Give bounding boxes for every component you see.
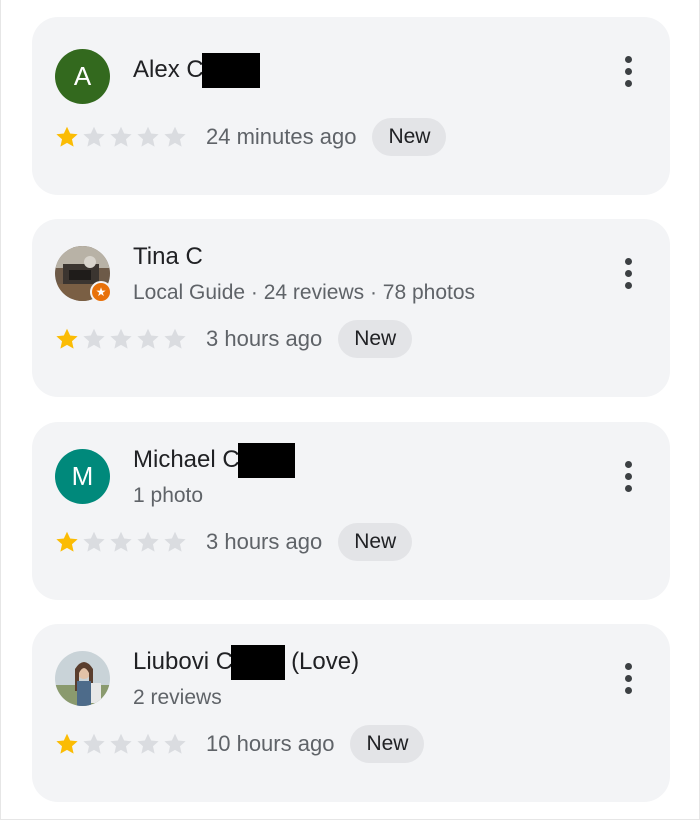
reviewer-meta: 1 photo — [133, 484, 204, 507]
review-time: 3 hours ago — [206, 529, 323, 554]
star-empty-icon — [83, 531, 105, 552]
star-empty-icon — [164, 126, 186, 147]
avatar[interactable]: A — [55, 49, 110, 104]
star-empty-icon — [164, 733, 186, 754]
reviewer-name: Alex C — [133, 56, 204, 83]
star-empty-icon — [164, 328, 186, 349]
avatar[interactable] — [55, 651, 110, 706]
reviews-list: A Alex C 24 minutes ago New ★ Tina C Loc… — [0, 0, 700, 820]
star-rating — [54, 731, 189, 757]
reviewer-meta: 2 reviews — [133, 686, 222, 709]
reviewer-name: Michael C — [133, 446, 240, 473]
reviewer-name: Tina C — [133, 243, 203, 270]
star-empty-icon — [164, 531, 186, 552]
reviewer-meta: Local Guide · 24 reviews · 78 photos — [133, 281, 476, 304]
star-empty-icon — [110, 328, 132, 349]
redaction-box — [237, 442, 295, 478]
star-empty-icon — [137, 733, 159, 754]
star-empty-icon — [137, 126, 159, 147]
review-card: ★ Tina C Local Guide · 24 reviews · 78 p… — [32, 219, 670, 397]
profile-photo — [55, 651, 110, 706]
review-time: 3 hours ago — [206, 326, 323, 351]
review-time: 24 minutes ago — [206, 124, 357, 149]
more-vert-icon[interactable] — [616, 456, 640, 496]
star-rating — [54, 326, 189, 352]
review-time: 10 hours ago — [206, 731, 335, 756]
reviewer-name-row[interactable]: Alex C — [133, 52, 260, 88]
local-guide-star-icon: ★ — [90, 281, 112, 303]
star-empty-icon — [137, 328, 159, 349]
star-rating — [54, 529, 189, 555]
reviewer-name-row[interactable]: Liubovi C (Love) — [133, 644, 359, 680]
more-vert-icon[interactable] — [616, 51, 640, 91]
avatar[interactable]: M — [55, 449, 110, 504]
star-filled-icon — [56, 126, 78, 147]
star-rating — [54, 124, 189, 150]
review-card: M Michael C 1 photo 3 hours ago New — [32, 422, 670, 600]
rating-row: 3 hours ago New — [54, 319, 413, 359]
new-badge: New — [350, 725, 425, 763]
review-card: A Alex C 24 minutes ago New — [32, 17, 670, 195]
reviewer-name: Liubovi C — [133, 648, 234, 675]
star-empty-icon — [83, 733, 105, 754]
reviewer-name-row[interactable]: Tina C — [133, 239, 203, 275]
star-empty-icon — [83, 126, 105, 147]
star-empty-icon — [83, 328, 105, 349]
star-filled-icon — [56, 328, 78, 349]
avatar[interactable]: ★ — [55, 246, 112, 303]
more-vert-icon[interactable] — [616, 253, 640, 293]
star-empty-icon — [137, 531, 159, 552]
new-badge: New — [372, 118, 447, 156]
rating-row: 3 hours ago New — [54, 522, 413, 562]
star-empty-icon — [110, 733, 132, 754]
new-badge: New — [338, 320, 413, 358]
star-empty-icon — [110, 531, 132, 552]
reviewer-name-row[interactable]: Michael C — [133, 442, 295, 478]
redaction-box — [201, 52, 260, 88]
new-badge: New — [338, 523, 413, 561]
star-filled-icon — [56, 733, 78, 754]
more-vert-icon[interactable] — [616, 658, 640, 698]
redaction-box — [231, 644, 286, 680]
reviewer-name-suffix: (Love) — [291, 648, 360, 675]
review-card: Liubovi C (Love) 2 reviews 10 hours ago … — [32, 624, 670, 802]
rating-row: 24 minutes ago New — [54, 117, 447, 157]
avatar-letter: M — [71, 461, 94, 491]
star-filled-icon — [56, 531, 78, 552]
star-empty-icon — [110, 126, 132, 147]
rating-row: 10 hours ago New — [54, 724, 425, 764]
avatar-letter: A — [73, 61, 92, 91]
